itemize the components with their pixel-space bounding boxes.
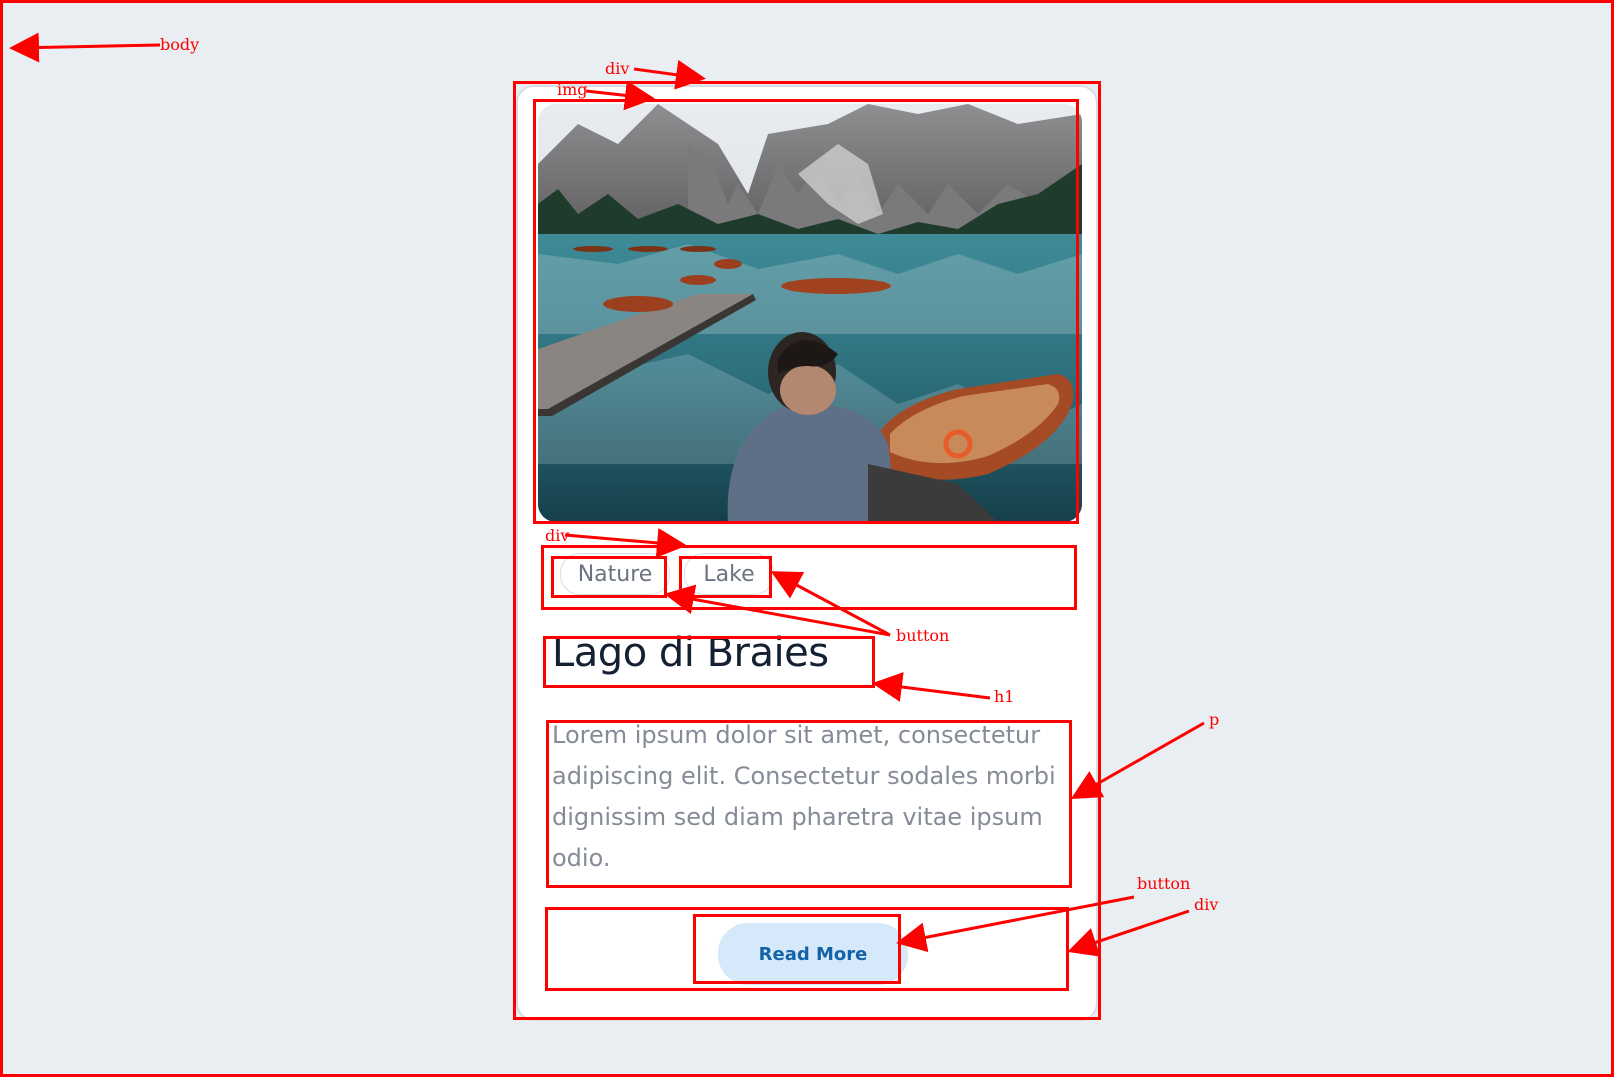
annotation-label-desc-p: p <box>1209 710 1220 729</box>
card-description: Lorem ipsum dolor sit amet, consectetur … <box>552 721 1056 872</box>
card: Nature Lake Lago di Braies Lorem ipsum d… <box>516 85 1098 1021</box>
tags-container: Nature Lake <box>546 543 1072 605</box>
annotation-label-title-h1: h1 <box>994 687 1015 706</box>
annotation-label-tags-div: div <box>545 526 570 545</box>
cta-container: Read More <box>548 909 1068 989</box>
annotation-label-body: body <box>160 35 200 54</box>
card-title: Lago di Braies <box>552 630 829 676</box>
annotation-label-img: img <box>557 80 588 99</box>
read-more-button[interactable]: Read More <box>718 923 908 985</box>
lake-photo-svg <box>538 104 1082 522</box>
lake-photo <box>538 104 1082 522</box>
page-body: { "card": { "tags": [ {"label": "Nature"… <box>0 0 1614 1077</box>
annotation-label-cta-div: div <box>1194 895 1219 914</box>
annotation-label-tag-buttons: button <box>896 626 950 645</box>
annotation-label-cta-button: button <box>1137 874 1191 893</box>
tag-lake-button[interactable]: Lake <box>684 553 774 595</box>
annotation-label-card-div: div <box>605 59 630 78</box>
tag-nature-button[interactable]: Nature <box>560 553 670 595</box>
